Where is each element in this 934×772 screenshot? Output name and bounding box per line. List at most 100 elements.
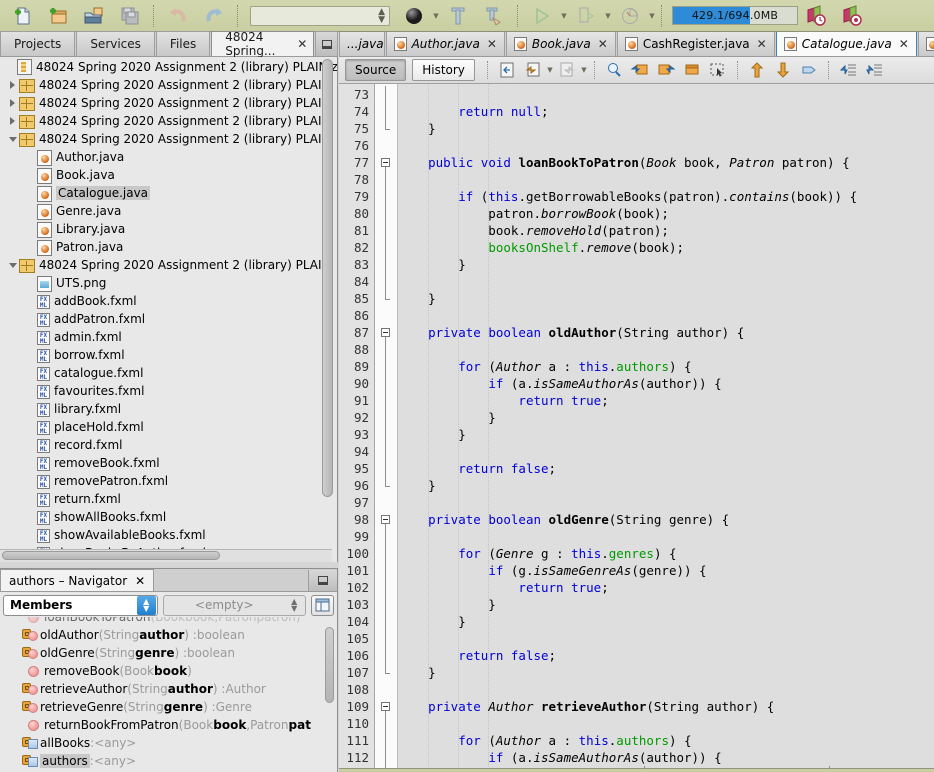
history-book-icon[interactable] xyxy=(798,1,834,31)
editor-tab-catalogue-java[interactable]: Catalogue.java ✕ xyxy=(775,32,917,56)
clean-and-build-icon[interactable] xyxy=(476,1,512,31)
code-line[interactable]: 106 return false; xyxy=(339,647,934,664)
code-line[interactable]: 87 private boolean oldAuthor(String auth… xyxy=(339,324,934,341)
code-line[interactable]: 91 return true; xyxy=(339,392,934,409)
navigator-member-row[interactable]: loanBookToPatron(Book book, Patron patro… xyxy=(0,617,337,626)
navigator-member-row[interactable]: retrieveAuthor(String author) : Author xyxy=(0,680,337,698)
chevron-right-icon[interactable] xyxy=(6,94,19,112)
tree-row[interactable]: Genre.java xyxy=(0,202,337,220)
navigator-member-row[interactable]: authors : <any> xyxy=(0,752,337,770)
code-editor[interactable]: 73 74 return null; 75 } 76 77 public void lo… xyxy=(339,84,934,769)
projects-horizontal-scrollbar[interactable] xyxy=(0,549,332,562)
chevron-down-icon[interactable] xyxy=(6,256,19,274)
code-line[interactable]: 98 private boolean oldGenre(String genre… xyxy=(339,511,934,528)
tree-row[interactable]: FX ML admin.fxml xyxy=(0,328,337,346)
redo-icon[interactable] xyxy=(196,1,232,31)
tree-row[interactable]: 48024 Spring 2020 Assignment 2 (library)… xyxy=(0,112,337,130)
code-line[interactable]: 90 if (a.isSameAuthorAs(author)) { xyxy=(339,375,934,392)
tree-row[interactable]: 48024 Spring 2020 Assignment 2 (library)… xyxy=(0,58,337,76)
run-dropdown-icon[interactable]: ▼ xyxy=(560,6,568,26)
tree-row[interactable]: 48024 Spring 2020 Assignment 2 (library)… xyxy=(0,94,337,112)
code-line[interactable]: 96 } xyxy=(339,477,934,494)
clean-build-icon[interactable] xyxy=(440,1,476,31)
tree-row[interactable]: Patron.java xyxy=(0,238,337,256)
tree-row[interactable]: FX ML removePatron.fxml xyxy=(0,472,337,490)
navigator-member-row[interactable]: oldAuthor(String author) : boolean xyxy=(0,626,337,644)
back-icon[interactable] xyxy=(520,59,546,81)
tree-row[interactable]: FX ML borrow.fxml xyxy=(0,346,337,364)
tree-row[interactable]: Author.java xyxy=(0,148,337,166)
tab-services[interactable]: Services xyxy=(76,31,155,56)
code-line[interactable]: 82 booksOnShelf.remove(book); xyxy=(339,239,934,256)
tree-row[interactable]: FX ML addBook.fxml xyxy=(0,292,337,310)
code-line[interactable]: 94 xyxy=(339,443,934,460)
memory-indicator[interactable]: 429.1/694.0MB xyxy=(672,6,798,25)
tree-row[interactable]: FX ML favourites.fxml xyxy=(0,382,337,400)
code-line[interactable]: 84 xyxy=(339,273,934,290)
chevron-down-icon[interactable] xyxy=(6,130,19,148)
chevron-right-icon[interactable] xyxy=(6,76,19,94)
navigator-member-row[interactable]: retrieveGenre(String genre) : Genre xyxy=(0,698,337,716)
project-tree[interactable]: 48024 Spring 2020 Assignment 2 (library)… xyxy=(0,58,337,562)
tree-row[interactable]: FX ML addPatron.fxml xyxy=(0,310,337,328)
tree-row[interactable]: FX ML showAvailableBooks.fxml xyxy=(0,526,337,544)
code-line[interactable]: 97 xyxy=(339,494,934,511)
chevron-updown-icon[interactable]: ▲ ▼ xyxy=(285,596,304,615)
code-line[interactable]: 92 } xyxy=(339,409,934,426)
minimize-window-button[interactable] xyxy=(315,31,338,56)
tree-row[interactable]: Library.java xyxy=(0,220,337,238)
fold-collapse-icon[interactable] xyxy=(381,702,390,711)
navigator-panel[interactable]: authors – Navigator ✕ Members ▲ ▼ <empty>… xyxy=(0,568,338,772)
chevron-right-icon[interactable] xyxy=(6,112,19,130)
editor-tab-book-java[interactable]: Book.java ✕ xyxy=(505,32,616,56)
close-icon[interactable]: ✕ xyxy=(487,37,497,51)
projects-vertical-scrollbar[interactable] xyxy=(322,59,333,554)
code-line[interactable]: 102 return true; xyxy=(339,579,934,596)
tree-row[interactable]: 48024 Spring 2020 Assignment 2 (library)… xyxy=(0,256,337,274)
editor-tab-author-java[interactable]: Author.java ✕ xyxy=(385,32,505,56)
next-error-icon[interactable] xyxy=(770,59,796,81)
navigator-filter-select[interactable]: <empty> ▲ ▼ xyxy=(162,594,306,616)
close-icon[interactable]: ✕ xyxy=(757,37,767,51)
build-project-icon[interactable] xyxy=(396,1,432,31)
previous-error-icon[interactable] xyxy=(744,59,770,81)
debug-project-icon[interactable] xyxy=(568,1,604,31)
toggle-rectangular-selection-icon[interactable] xyxy=(705,59,731,81)
code-line[interactable]: 73 xyxy=(339,86,934,103)
shift-left-icon[interactable] xyxy=(835,59,861,81)
navigator-filters-button[interactable] xyxy=(310,594,334,616)
close-icon[interactable]: ✕ xyxy=(135,574,145,588)
tree-row[interactable]: FX ML return.fxml xyxy=(0,490,337,508)
tree-row[interactable]: FX ML removeBook.fxml xyxy=(0,454,337,472)
code-line[interactable]: 103 } xyxy=(339,596,934,613)
run-project-icon[interactable] xyxy=(524,1,560,31)
next-bookmark-icon[interactable] xyxy=(653,59,679,81)
code-line[interactable]: 88 xyxy=(339,341,934,358)
config-combo[interactable]: ▲ ▼ xyxy=(250,5,390,26)
fold-collapse-icon[interactable] xyxy=(381,158,390,167)
previous-bookmark-icon[interactable] xyxy=(627,59,653,81)
tab-projects[interactable]: Projects xyxy=(0,31,76,56)
navigator-member-list[interactable]: loanBookToPatron(Book book, Patron patro… xyxy=(0,617,337,772)
code-line[interactable]: 89 for (Author a : this.authors) { xyxy=(339,358,934,375)
tree-row[interactable]: Book.java xyxy=(0,166,337,184)
tab-project-zip[interactable]: 48024 Spring... ✕ xyxy=(211,30,315,58)
code-line[interactable]: 80 patron.borrowBook(book); xyxy=(339,205,934,222)
code-line[interactable]: 100 for (Genre g : this.genres) { xyxy=(339,545,934,562)
undo-icon[interactable] xyxy=(160,1,196,31)
projects-panel[interactable]: 48024 Spring 2020 Assignment 2 (library)… xyxy=(0,57,338,562)
navigator-view-select[interactable]: Members ▲ ▼ xyxy=(3,594,158,616)
code-line[interactable]: 74 return null; xyxy=(339,103,934,120)
tree-row[interactable]: FX ML showAllBooks.fxml xyxy=(0,508,337,526)
stop-book-icon[interactable] xyxy=(834,1,870,31)
open-project-icon[interactable] xyxy=(76,1,112,31)
code-line[interactable]: 76 xyxy=(339,137,934,154)
code-line[interactable]: 83 } xyxy=(339,256,934,273)
code-line[interactable]: 85 } xyxy=(339,290,934,307)
navigator-scrollbar-thumb[interactable] xyxy=(325,627,334,703)
minimize-navigator-button[interactable] xyxy=(308,570,337,591)
close-icon[interactable]: ✕ xyxy=(598,37,608,51)
code-line[interactable]: 110 xyxy=(339,715,934,732)
toggle-bookmark-icon[interactable] xyxy=(679,59,705,81)
new-project-icon[interactable] xyxy=(40,1,76,31)
